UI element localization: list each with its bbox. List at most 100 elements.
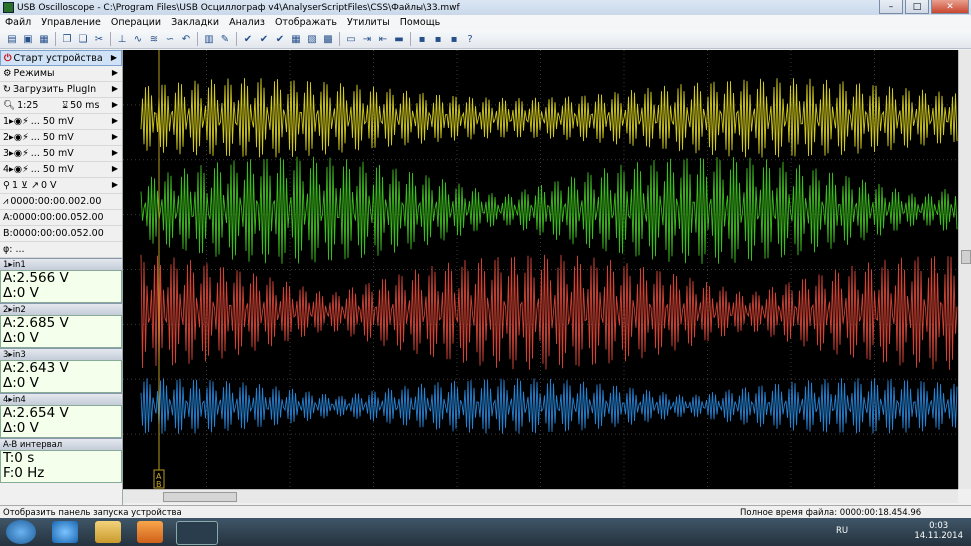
cursor-b-row[interactable]: B:0000:00:00.052.00 (0, 226, 122, 242)
readout-name: in3 (12, 349, 26, 360)
print-icon[interactable]: ▦ (37, 32, 51, 46)
phase-row[interactable]: φ: ... (0, 242, 122, 258)
undo-icon[interactable]: ↶ (179, 32, 193, 46)
arrow-right-icon: ▶ (111, 84, 118, 93)
interval-box: T:0 s F:0 Hz (0, 450, 122, 483)
start-label: Старт устройства (13, 52, 103, 64)
readout-box-1: A:2.566 V Δ:0 V (0, 270, 122, 303)
channel-row-1[interactable]: 1 ▸◉⚡ ... 50 mV ▶ (0, 114, 122, 130)
layout-icon[interactable]: ▬ (392, 32, 406, 46)
load-plugin-button[interactable]: ↻ Загрузить PlugIn ▶ (0, 82, 122, 98)
menu-view[interactable]: Отображать (270, 17, 342, 28)
zoom-value[interactable]: 1:25 (17, 100, 62, 111)
folder-icon[interactable]: ▭ (344, 32, 358, 46)
tools-icon[interactable]: ✎ (218, 32, 232, 46)
horizontal-scrollbar[interactable] (123, 489, 958, 503)
modes-button[interactable]: ⚙ Режимы ▶ (0, 66, 122, 82)
clock[interactable]: 0:03 14.11.2014 (914, 521, 963, 541)
offset-icon: ⩘ (3, 196, 9, 207)
language-indicator[interactable]: RU (836, 526, 848, 536)
menu-bar: Файл Управление Операции Закладки Анализ… (0, 15, 971, 31)
check-up-icon[interactable]: ✔ (273, 32, 287, 46)
start-device-button[interactable]: ⏻ Старт устройства ▶ (0, 50, 122, 66)
trace-in2 (140, 156, 958, 264)
interval-header: A-B интервал (0, 438, 122, 450)
arrow-right-icon: ▶ (111, 148, 118, 157)
vertical-scroll-thumb[interactable] (961, 250, 971, 264)
trace-in3 (140, 254, 958, 370)
toolbar-separator (339, 32, 340, 46)
cursor-a: A:0000:00:00.052.00 (3, 212, 104, 223)
panel-a-icon[interactable]: ▪ (415, 32, 429, 46)
oscilloscope-app-icon[interactable] (176, 521, 218, 545)
check-down-icon[interactable]: ✔ (257, 32, 271, 46)
menu-utilities[interactable]: Утилиты (342, 17, 395, 28)
explorer-icon[interactable] (95, 521, 121, 543)
open-icon[interactable]: ▤ (5, 32, 19, 46)
power-icon: ⏻ (4, 52, 12, 64)
readout-box-4: A:2.654 V Δ:0 V (0, 405, 122, 438)
panel-c-icon[interactable]: ▪ (447, 32, 461, 46)
readout-box-3: A:2.643 V Δ:0 V (0, 360, 122, 393)
check-icon[interactable]: ✔ (241, 32, 255, 46)
channel-row-4[interactable]: 4 ▸◉⚡ ... 50 mV ▶ (0, 162, 122, 178)
toolbar: ▤ ▣ ▦ ❐ ❏ ✂ ⊥ ∿ ≋ ∽ ↶ ▥ ✎ ✔ ✔ ✔ ▦ ▧ ▩ ▭ … (0, 30, 971, 49)
step-icon[interactable]: ⇥ (360, 32, 374, 46)
paste-icon[interactable]: ❏ (76, 32, 90, 46)
browser-icon[interactable] (52, 521, 78, 543)
menu-help[interactable]: Помощь (395, 17, 445, 28)
signal-icon[interactable]: ∿ (131, 32, 145, 46)
oscilloscope-display[interactable]: A B (123, 50, 958, 489)
measure-icon[interactable]: ▥ (202, 32, 216, 46)
taskbar: RU 0:03 14.11.2014 (0, 518, 971, 546)
menu-control[interactable]: Управление (36, 17, 106, 28)
menu-file[interactable]: Файл (0, 17, 36, 28)
bookmark-icon[interactable]: ▩ (321, 32, 335, 46)
minimize-button[interactable]: – (879, 0, 903, 14)
readout-name: in4 (12, 394, 26, 405)
trigger-row[interactable]: ⚲ 1 ⊻ ↗ 0 V ▶ (0, 178, 122, 194)
readout-header-1: 1▸ in1 (0, 258, 122, 270)
math-icon[interactable]: ≋ (147, 32, 161, 46)
trigger-rise-icon[interactable]: ⊥ (115, 32, 129, 46)
copy-icon[interactable]: ❐ (60, 32, 74, 46)
menu-analysis[interactable]: Анализ (224, 17, 270, 28)
arrow-right-icon: ▶ (111, 100, 118, 109)
menu-bookmarks[interactable]: Закладки (166, 17, 224, 28)
readout-arrow-icon: 4▸ (3, 394, 13, 405)
vertical-scrollbar[interactable] (958, 50, 971, 489)
status-file-time: Полное время файла: 0000:00:18.454.96 (740, 507, 922, 518)
trigger-edge-icon: ⊻ ↗ (18, 180, 39, 191)
toolbar-separator (410, 32, 411, 46)
panel-b-icon[interactable]: ▪ (431, 32, 445, 46)
timebase-value[interactable]: 50 ms (70, 100, 99, 111)
close-button[interactable]: ✕ (931, 0, 969, 14)
channel-row-3[interactable]: 3 ▸◉⚡ ... 50 mV ▶ (0, 146, 122, 162)
channel-coupling-icon: ▸◉⚡ (9, 132, 29, 143)
interval-time: T:0 s (3, 450, 35, 466)
app-icon (3, 2, 14, 13)
horizontal-scroll-thumb[interactable] (163, 492, 237, 502)
save-icon[interactable]: ▣ (21, 32, 35, 46)
modes-label: Режимы (13, 68, 55, 79)
grid-icon[interactable]: ▦ (289, 32, 303, 46)
channel-volts: ... 50 mV (30, 164, 74, 175)
menu-operations[interactable]: Операции (106, 17, 166, 28)
arrow-right-icon: ▶ (111, 132, 118, 141)
timebase-icon: ⌛︎ (62, 100, 69, 111)
marker-icon[interactable]: ⇤ (376, 32, 390, 46)
readout-arrow-icon: 3▸ (3, 349, 13, 360)
fft-icon[interactable]: ∽ (163, 32, 177, 46)
channels-icon[interactable]: ▧ (305, 32, 319, 46)
cut-icon[interactable]: ✂ (92, 32, 106, 46)
readout-name: in2 (12, 304, 26, 315)
interval-freq: F:0 Hz (3, 465, 45, 481)
start-orb-icon[interactable] (6, 520, 36, 544)
media-player-icon[interactable] (137, 521, 163, 543)
channel-row-2[interactable]: 2 ▸◉⚡ ... 50 mV ▶ (0, 130, 122, 146)
time-offset-row[interactable]: ⩘ 0000:00:00.002.00 (0, 194, 122, 210)
maximize-button[interactable]: □ (905, 0, 929, 14)
zoom-icon: 🔍︎ (3, 100, 16, 111)
help-icon[interactable]: ? (463, 32, 477, 46)
cursor-a-row[interactable]: A:0000:00:00.052.00 (0, 210, 122, 226)
